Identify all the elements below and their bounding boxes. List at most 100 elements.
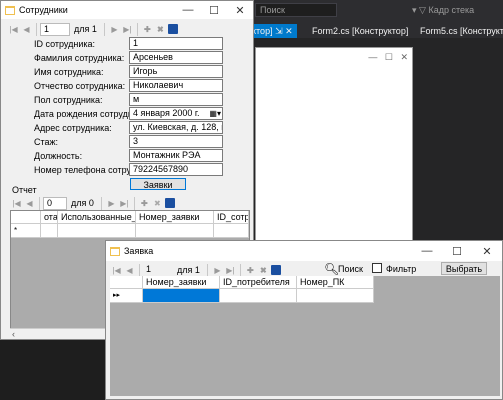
delete-icon[interactable]: ✖ bbox=[154, 23, 167, 36]
save-icon[interactable] bbox=[164, 197, 177, 210]
maximize-button[interactable]: ☐ bbox=[201, 4, 227, 17]
requests-titlebar: Заявка — ☐ ✕ bbox=[106, 241, 502, 261]
add-new-icon[interactable]: ✚ bbox=[141, 23, 154, 36]
delete-icon[interactable]: ✖ bbox=[151, 197, 164, 210]
select-button[interactable]: Выбрать bbox=[441, 262, 487, 275]
calendar-dropdown-icon[interactable]: ▦▾ bbox=[209, 108, 221, 119]
field-label-gender: Пол сотрудника: bbox=[34, 95, 103, 105]
separator bbox=[36, 22, 37, 36]
employees-titlebar: Сотрудники — ☐ ✕ bbox=[1, 1, 253, 19]
pin-icon[interactable]: ⇲ bbox=[275, 26, 283, 36]
minimize-button[interactable]: — bbox=[175, 4, 201, 16]
close-button[interactable]: ✕ bbox=[472, 245, 502, 258]
close-icon[interactable]: ✕ bbox=[285, 26, 293, 36]
move-next-button[interactable]: ▶ bbox=[105, 197, 118, 210]
add-new-icon[interactable]: ✚ bbox=[138, 197, 151, 210]
save-icon[interactable] bbox=[167, 23, 180, 36]
report-column-header[interactable]: Номер_заявки bbox=[136, 211, 214, 224]
requests-column-header[interactable]: Номер_ПК bbox=[297, 276, 374, 289]
separator bbox=[136, 22, 138, 36]
move-previous-button[interactable]: ◀ bbox=[23, 197, 36, 210]
designer-form-controls: — ☐ ✕ bbox=[368, 52, 408, 62]
grid-cell[interactable] bbox=[136, 224, 214, 238]
field-input-gender[interactable]: м bbox=[129, 93, 223, 106]
field-input-id[interactable]: 1 bbox=[129, 37, 223, 50]
field-label-experience: Стаж: bbox=[34, 137, 59, 147]
scroll-left-icon[interactable]: ‹ bbox=[12, 329, 15, 339]
separator bbox=[139, 263, 140, 277]
requests-button[interactable]: Заявки bbox=[130, 178, 186, 190]
move-first-button[interactable]: |◀ bbox=[7, 23, 20, 36]
field-input-surname[interactable]: Арсеньев bbox=[129, 51, 223, 64]
separator bbox=[100, 196, 102, 210]
field-label-surname: Фамилия сотрудника: bbox=[34, 53, 125, 63]
grid-cell[interactable] bbox=[214, 224, 249, 238]
field-input-phone[interactable]: 79224567890 bbox=[129, 163, 223, 176]
move-last-button[interactable]: ▶| bbox=[224, 264, 237, 277]
separator bbox=[133, 196, 135, 210]
ide-tab-form2[interactable]: Form2.cs [Конструктор] bbox=[312, 24, 408, 38]
report-column-header[interactable]: Использованные_дета bbox=[58, 211, 136, 224]
filter-icon: ▾ ▽ bbox=[412, 5, 429, 15]
move-last-button[interactable]: ▶| bbox=[118, 197, 131, 210]
maximize-button[interactable]: ☐ bbox=[442, 245, 472, 258]
grid-cell[interactable] bbox=[297, 289, 374, 303]
current-row-header[interactable]: ▸▸ bbox=[110, 289, 143, 303]
position-input[interactable]: 1 bbox=[143, 264, 173, 277]
ide-quick-launch-label: Кадр стека bbox=[428, 5, 475, 15]
field-input-position[interactable]: Монтажник РЭА bbox=[129, 149, 223, 162]
ide-quick-launch[interactable]: ▾ ▽ Кадр стека bbox=[412, 3, 503, 17]
separator bbox=[39, 196, 40, 210]
grid-cell[interactable] bbox=[41, 224, 58, 238]
filter-label: Фильтр bbox=[386, 264, 417, 274]
close-button[interactable]: ✕ bbox=[227, 4, 253, 17]
separator bbox=[206, 263, 208, 277]
filter-checkbox[interactable] bbox=[372, 263, 382, 273]
field-input-experience[interactable]: 3 bbox=[129, 135, 223, 148]
window-title: Заявка bbox=[124, 246, 154, 256]
delete-icon[interactable]: ✖ bbox=[257, 264, 270, 277]
requests-column-header[interactable]: ID_потребителя bbox=[220, 276, 297, 289]
grid-cell-selected[interactable] bbox=[143, 289, 220, 303]
ide-search-input[interactable]: Поиск bbox=[255, 3, 337, 17]
window-title: Сотрудники bbox=[19, 5, 68, 15]
grid-corner bbox=[110, 276, 143, 289]
field-label-position: Должность: bbox=[34, 151, 83, 161]
move-first-button[interactable]: |◀ bbox=[10, 197, 23, 210]
report-column-header[interactable]: ота bbox=[41, 211, 58, 224]
count-label: для 1 bbox=[177, 265, 200, 275]
minimize-button[interactable]: — bbox=[412, 245, 442, 257]
move-previous-button[interactable]: ◀ bbox=[123, 264, 136, 277]
field-input-birthdate[interactable]: 4 января 2000 г. ▦▾ bbox=[129, 107, 223, 120]
search-label[interactable]: Поиск bbox=[338, 264, 363, 274]
field-label-id: ID сотрудника: bbox=[34, 39, 96, 49]
move-first-button[interactable]: |◀ bbox=[110, 264, 123, 277]
requests-column-header[interactable]: Номер_заявки bbox=[143, 276, 220, 289]
field-input-name[interactable]: Игорь bbox=[129, 65, 223, 78]
field-label-address: Адрес сотрудника: bbox=[34, 123, 112, 133]
ide-tab-form5[interactable]: Form5.cs [Конструктор] bbox=[420, 24, 503, 38]
binding-navigator: |◀ ◀ 1 для 1 ▶ ▶| ✚ ✖ bbox=[1, 19, 253, 39]
save-icon[interactable] bbox=[270, 264, 283, 277]
position-input[interactable]: 1 bbox=[40, 22, 70, 36]
designer-form-preview: — ☐ ✕ bbox=[255, 47, 413, 247]
form-icon bbox=[110, 246, 120, 256]
report-column-header[interactable]: ID_сотру bbox=[214, 211, 249, 224]
birthdate-value: 4 января 2000 г. bbox=[133, 108, 200, 118]
move-last-button[interactable]: ▶| bbox=[121, 23, 134, 36]
count-label: для 1 bbox=[74, 24, 97, 34]
move-next-button[interactable]: ▶ bbox=[108, 23, 121, 36]
field-input-address[interactable]: ул. Киевская, д. 128, кв 433 bbox=[129, 121, 223, 134]
grid-cell[interactable] bbox=[58, 224, 136, 238]
new-row-header[interactable]: * bbox=[11, 224, 41, 238]
search-icon[interactable]: 🔍︎ bbox=[324, 262, 339, 276]
position-input[interactable]: 0 bbox=[43, 196, 67, 210]
move-previous-button[interactable]: ◀ bbox=[20, 23, 33, 36]
field-label-name: Имя сотрудника: bbox=[34, 67, 104, 77]
grid-corner bbox=[11, 211, 41, 224]
form-icon bbox=[5, 5, 15, 15]
move-next-button[interactable]: ▶ bbox=[211, 264, 224, 277]
field-input-patronymic[interactable]: Николаевич bbox=[129, 79, 223, 92]
add-new-icon[interactable]: ✚ bbox=[244, 264, 257, 277]
grid-cell[interactable] bbox=[220, 289, 297, 303]
